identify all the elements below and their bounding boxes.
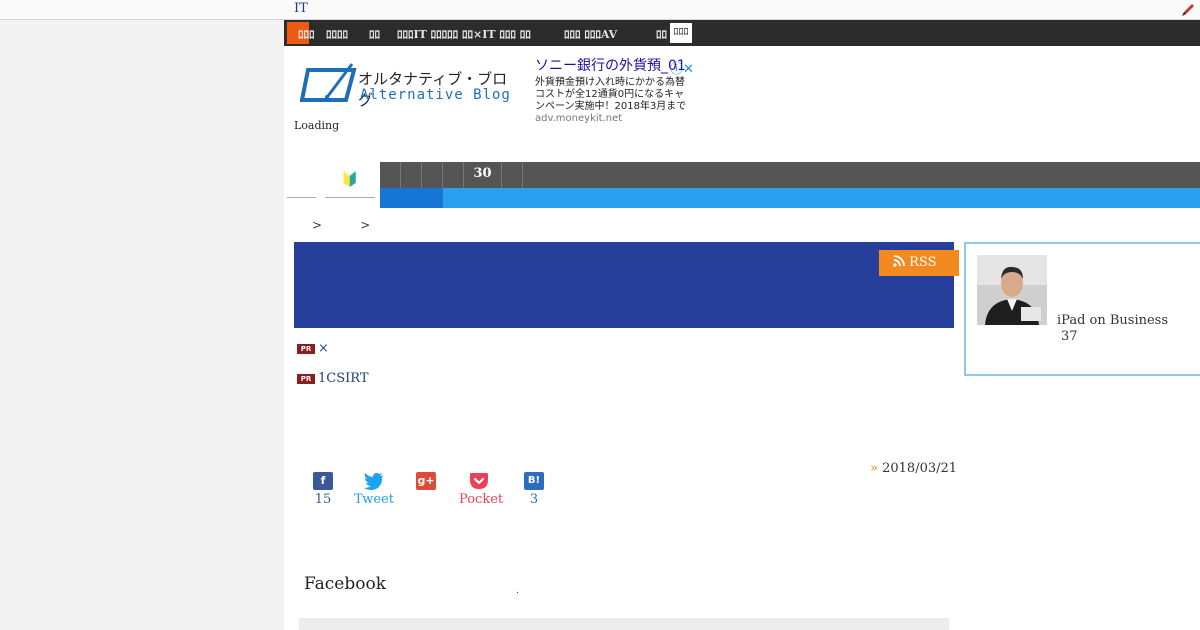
author-photo-icon: [977, 255, 1047, 325]
global-nav-item[interactable]: ﾛﾛ×IT ﾛﾛﾛ ﾛﾛ: [462, 26, 531, 42]
ad-body: 外貨預金預け入れ時にかかる為替コストが全12通貨0円になるキャンペーン実施中！2…: [535, 77, 687, 125]
global-nav-item[interactable]: ﾛﾛﾛ: [298, 26, 315, 42]
hatena-bookmark-icon: B!: [524, 472, 544, 490]
pr-badge: PR: [297, 344, 315, 354]
twitter-share-button[interactable]: Tweet: [354, 472, 394, 507]
beginner-icon: 🔰: [341, 172, 359, 188]
rss-label: RSS: [909, 255, 937, 270]
category-nav-item[interactable]: [422, 162, 443, 188]
googleplus-icon: g+: [416, 472, 436, 490]
pocket-icon: [470, 473, 488, 489]
global-nav-active-item[interactable]: ﾛﾛﾛ: [670, 23, 692, 43]
ad-banner[interactable]: ソニー銀行の外貨預_01 外貨預金預け入れ時にかかる為替コストが全12通貨0円に…: [535, 58, 687, 125]
global-nav: ﾛﾛﾛ ﾛﾛﾛﾛ ﾛﾛ ﾛﾛﾛIT ﾛﾛﾛﾛﾛ ﾛﾛ×IT ﾛﾛﾛ ﾛﾛ ﾛﾛﾛ…: [284, 20, 1200, 46]
logo-text-en: Alternative Blog: [360, 87, 511, 103]
global-nav-item[interactable]: ﾛﾛﾛﾛ: [326, 26, 348, 42]
pocket-share-label: Pocket: [459, 492, 504, 507]
logo-mark-icon: [300, 63, 357, 102]
hatena-share-count: 3: [529, 492, 539, 507]
global-nav-item[interactable]: ﾛﾛ: [369, 26, 380, 42]
category-nav: 30: [380, 162, 1200, 188]
author-post-count: 37: [1061, 329, 1078, 344]
category-nav-item[interactable]: 30: [464, 162, 502, 188]
beginner-tab[interactable]: 🔰: [325, 164, 375, 198]
ad-title[interactable]: ソニー銀行の外貨預_01: [535, 58, 687, 75]
twitter-share-label: Tweet: [354, 492, 394, 507]
global-nav-item[interactable]: ﾛﾛﾛIT ﾛﾛﾛﾛﾛ: [397, 26, 458, 42]
loading-text: Loading: [294, 119, 340, 132]
facebook-share-button[interactable]: f 15: [303, 472, 343, 507]
breadcrumb[interactable]: > >: [312, 218, 370, 232]
top-bar: IT: [0, 0, 1200, 20]
ad-close-icon[interactable]: ⓘ✕: [670, 58, 694, 77]
category-nav-item[interactable]: [401, 162, 422, 188]
rss-icon: [893, 255, 905, 267]
rss-button[interactable]: RSS: [879, 250, 959, 276]
pr-badge: PR: [297, 374, 315, 384]
blog-banner: [294, 242, 954, 328]
sub-nav-active-item[interactable]: [380, 188, 443, 208]
facebook-section-heading: Facebook: [304, 574, 387, 594]
global-nav-item[interactable]: ﾛﾛ: [656, 26, 667, 42]
site-logo[interactable]: オルタナティブ・ブログ Alternative Blog: [300, 60, 520, 109]
global-nav-item[interactable]: ﾛﾛﾛ ﾛﾛﾛAV: [564, 26, 617, 42]
category-nav-item[interactable]: [443, 162, 464, 188]
ad-domain[interactable]: adv.moneykit.net: [535, 113, 622, 124]
googleplus-share-button[interactable]: g+: [406, 472, 446, 492]
pencil-icon[interactable]: [1180, 2, 1196, 18]
facebook-share-count: 15: [314, 492, 332, 507]
date-marker: »: [870, 461, 878, 476]
hatena-share-button[interactable]: B! 3: [514, 472, 554, 507]
pocket-share-button[interactable]: Pocket: [459, 472, 504, 507]
author-name[interactable]: iPad on Business: [1057, 313, 1168, 328]
pr-item[interactable]: PR ×: [297, 341, 329, 356]
pr-item[interactable]: PR 1CSIRT: [297, 371, 369, 386]
category-nav-item[interactable]: [502, 162, 523, 188]
post-date: » 2018/03/21: [870, 461, 957, 476]
facebook-comments-box: [299, 618, 949, 630]
category-nav-item[interactable]: [380, 162, 401, 188]
ad-body-text: 外貨預金預け入れ時にかかる為替コストが全12通貨0円になるキャンペーン実施中！2…: [535, 77, 687, 112]
author-avatar[interactable]: [977, 255, 1047, 325]
facebook-section-dot: .: [516, 586, 519, 596]
page-column: ﾛﾛﾛ ﾛﾛﾛﾛ ﾛﾛ ﾛﾛﾛIT ﾛﾛﾛﾛﾛ ﾛﾛ×IT ﾛﾛﾛ ﾛﾛ ﾛﾛﾛ…: [284, 20, 1200, 630]
sub-nav: [380, 188, 1200, 208]
author-profile[interactable]: iPad on Business 37: [964, 242, 1200, 376]
top-link[interactable]: IT: [294, 1, 308, 16]
facebook-icon: f: [313, 472, 333, 490]
post-date-text: 2018/03/21: [882, 461, 958, 476]
pr-item-text: 1CSIRT: [318, 371, 369, 386]
pr-item-text: ×: [318, 341, 329, 356]
twitter-icon: [364, 473, 383, 490]
nav-tab-left[interactable]: [287, 164, 316, 198]
